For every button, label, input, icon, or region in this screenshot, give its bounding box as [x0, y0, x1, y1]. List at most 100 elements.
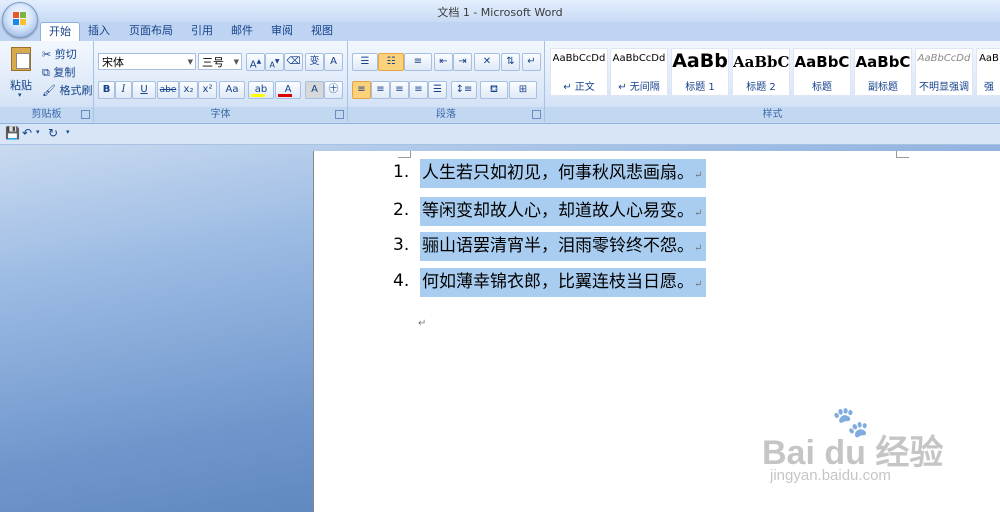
clear-format-button[interactable]: ⌫ [284, 53, 303, 71]
list-text: 人生若只如初见，何事秋风悲画扇。 [422, 163, 694, 183]
paragraph-launcher[interactable] [532, 110, 541, 119]
selected-text: 何如薄幸锦衣郎，比翼连枝当日愿。↵ [420, 268, 707, 297]
font-color-bar [278, 94, 292, 97]
paragraph-mark: ↵ [694, 170, 703, 181]
format-painter-button[interactable]: 🖌 格式刷 [42, 82, 92, 98]
sort-icon: ⇅ [506, 56, 515, 67]
align-right-button[interactable]: ≡ [390, 81, 409, 99]
clipboard-launcher[interactable] [81, 110, 90, 119]
office-button[interactable] [2, 2, 38, 38]
paste-button[interactable]: 粘贴 ▾ [6, 45, 34, 101]
style-heading-2[interactable]: AaBbC 标题 2 [732, 48, 790, 96]
font-launcher[interactable] [335, 110, 344, 119]
clear-format-icon: ⌫ [286, 56, 301, 67]
watermark-sub: jingyan.baidu.com [770, 467, 891, 484]
line-spacing-button[interactable]: ↕≡ [451, 81, 477, 99]
superscript-button[interactable]: x² [198, 81, 217, 99]
list-item[interactable]: 3. 骊山语罢清宵半，泪雨零铃终不怨。↵ [393, 232, 753, 261]
bold-button[interactable]: B [98, 81, 115, 99]
multilevel-list-button[interactable]: ≡ [404, 53, 432, 71]
list-text: 等闲变却故人心，却道故人心易变。 [422, 201, 694, 221]
paragraph-mark: ↵ [694, 243, 703, 254]
style-subtle-emphasis[interactable]: AaBbCcDd 不明显强调 [915, 48, 973, 96]
grow-font-button[interactable]: A▲ [246, 53, 265, 71]
cut-button[interactable]: ✂ 剪切 [42, 46, 77, 62]
enclose-char-icon: ㊉ [328, 84, 339, 95]
font-color-button[interactable]: A [275, 81, 301, 99]
tab-page-layout[interactable]: 页面布局 [122, 22, 180, 40]
clipboard-group: 粘贴 ▾ ✂ 剪切 ⧉ 复制 🖌 格式刷 剪贴板 [0, 41, 94, 122]
strikethrough-button[interactable]: abe [157, 81, 179, 99]
cut-label: 剪切 [54, 48, 77, 61]
italic-button[interactable]: I [115, 81, 132, 99]
paragraph-mark-icon: ↵ [527, 56, 536, 67]
styles-group-label: 样式 [545, 107, 1000, 122]
tab-home[interactable]: 开始 [40, 22, 80, 41]
empty-paragraph-mark[interactable]: ↵ [418, 318, 426, 329]
char-border-button[interactable]: A [324, 53, 343, 71]
format-painter-label: 格式刷 [59, 84, 93, 97]
shading-button[interactable]: ⛾ [480, 81, 508, 99]
multilevel-list-icon: ≡ [413, 56, 423, 67]
align-left-icon: ≡ [357, 84, 366, 95]
char-border-label: A [330, 56, 337, 67]
enclose-char-button[interactable]: ㊉ [324, 81, 343, 99]
chevron-down-icon[interactable]: ▾ [36, 128, 40, 136]
numbering-icon: ☷ [386, 56, 396, 67]
phonetic-guide-button[interactable]: 变 [305, 53, 324, 71]
style-sample: AaBb [672, 50, 728, 72]
tab-insert[interactable]: 插入 [80, 22, 118, 40]
style-normal[interactable]: AaBbCcDd ↵ 正文 [550, 48, 608, 96]
ribbon: 粘贴 ▾ ✂ 剪切 ⧉ 复制 🖌 格式刷 剪贴板 宋体 ▼ 三号 ▼ A▲ A▼ ⌫… [0, 41, 1000, 124]
copy-button[interactable]: ⧉ 复制 [42, 64, 75, 80]
list-item[interactable]: 1. 人生若只如初见，何事秋风悲画扇。↵ [393, 159, 753, 188]
tab-view[interactable]: 视图 [304, 22, 340, 40]
tab-references[interactable]: 引用 [184, 22, 220, 40]
underline-button[interactable]: U [132, 81, 156, 99]
char-shading-button[interactable]: A [305, 81, 324, 99]
customize-qat-icon[interactable]: ▾ [66, 128, 70, 136]
style-heading-1[interactable]: AaBb 标题 1 [671, 48, 729, 96]
show-marks-button[interactable]: ↵ [522, 53, 541, 71]
line-spacing-icon: ↕≡ [455, 84, 473, 95]
justify-button[interactable]: ≡ [409, 81, 428, 99]
style-no-spacing[interactable]: AaBbCcDd ↵ 无间隔 [610, 48, 668, 96]
grow-font-label: A [249, 59, 257, 71]
save-icon[interactable]: 💾 [5, 126, 20, 140]
align-left-button[interactable]: ≡ [352, 81, 371, 99]
tab-review[interactable]: 审阅 [264, 22, 300, 40]
list-item[interactable]: 2. 等闲变却故人心，却道故人心易变。↵ [393, 197, 753, 226]
chinese-layout-button[interactable]: ✕ [474, 53, 500, 71]
sort-button[interactable]: ⇅ [501, 53, 520, 71]
numbering-button[interactable]: ☷ [378, 53, 404, 71]
selected-text: 人生若只如初见，何事秋风悲画扇。↵ [420, 159, 707, 188]
distribute-button[interactable]: ☰ [428, 81, 447, 99]
redo-icon[interactable]: ↻ [48, 126, 58, 140]
list-text: 骊山语罢清宵半，泪雨零铃终不怨。 [422, 236, 694, 256]
highlight-button[interactable]: ab [248, 81, 274, 99]
font-name-combo[interactable]: 宋体 ▼ [98, 53, 196, 70]
style-sample: AaBbCcDd [917, 53, 971, 64]
justify-icon: ≡ [414, 84, 423, 95]
increase-indent-button[interactable]: ⇥ [453, 53, 472, 71]
bullets-button[interactable]: ☰ [352, 53, 378, 71]
decrease-indent-icon: ⇤ [439, 56, 448, 67]
font-group-label: 字体 [94, 107, 347, 122]
decrease-indent-button[interactable]: ⇤ [434, 53, 453, 71]
change-case-button[interactable]: Aa [219, 81, 245, 99]
align-center-icon: ≡ [376, 84, 385, 95]
shrink-font-button[interactable]: A▼ [265, 53, 284, 71]
style-subtitle[interactable]: AaBbC 副标题 [854, 48, 912, 96]
style-title[interactable]: AaBbC 标题 [793, 48, 851, 96]
borders-button[interactable]: ⊞ [509, 81, 537, 99]
align-right-icon: ≡ [395, 84, 404, 95]
style-emphasis[interactable]: AaB 强 [976, 48, 1000, 96]
chinese-layout-icon: ✕ [482, 56, 492, 67]
subscript-button[interactable]: x₂ [179, 81, 198, 99]
list-item[interactable]: 4. 何如薄幸锦衣郎，比翼连枝当日愿。↵ [393, 268, 753, 297]
copy-icon: ⧉ [42, 66, 50, 79]
align-center-button[interactable]: ≡ [371, 81, 390, 99]
tab-mailings[interactable]: 邮件 [224, 22, 260, 40]
font-size-combo[interactable]: 三号 ▼ [198, 53, 242, 70]
undo-icon[interactable]: ↶ [22, 126, 32, 140]
